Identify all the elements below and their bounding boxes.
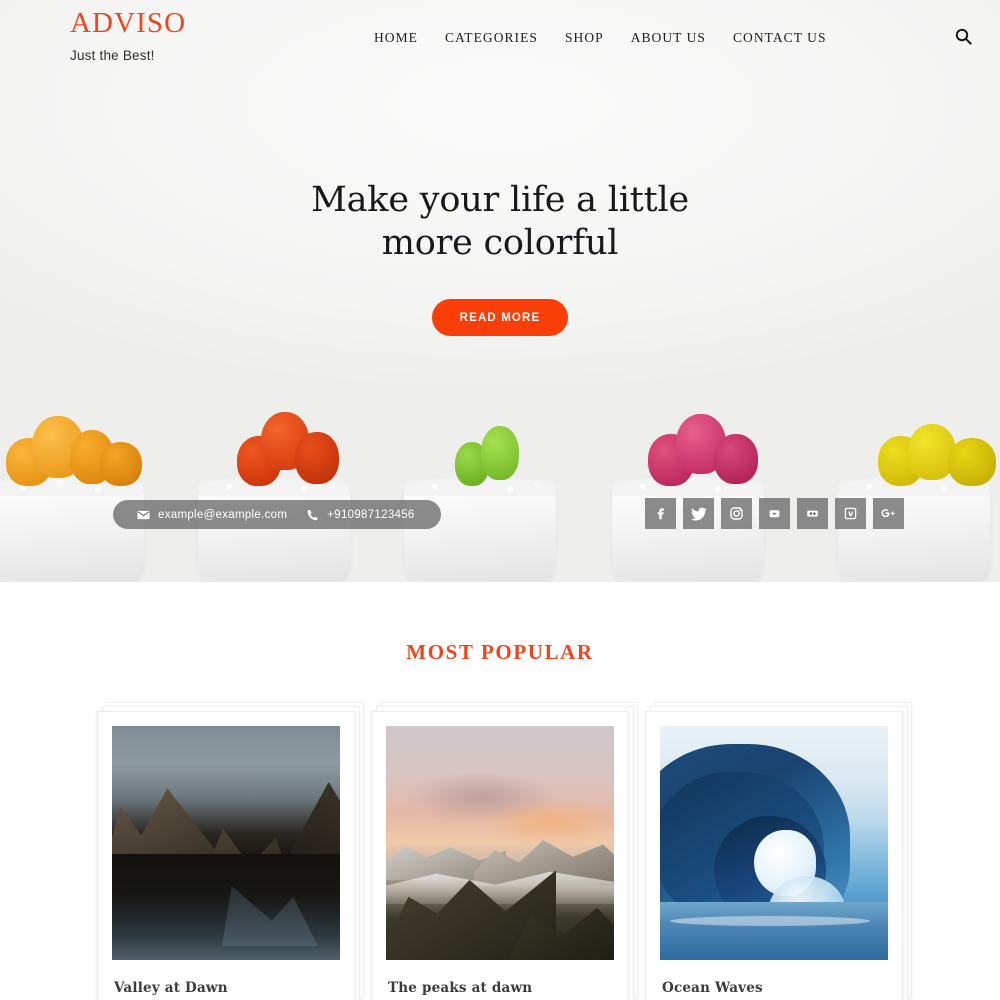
popular-card[interactable]: The peaks at dawn	[371, 711, 629, 1000]
nav-item-shop[interactable]: SHOP	[565, 30, 604, 46]
most-popular-heading: MOST POPULAR	[406, 640, 594, 664]
nav-item-categories[interactable]: CATEGORIES	[445, 30, 538, 46]
card-title: The peaks at dawn	[388, 980, 533, 996]
card-wrap-1: Valley at Dawn	[97, 702, 364, 1000]
brand-logo[interactable]: ADVISO	[70, 7, 340, 40]
hero-section: ADVISO Just the Best! HOME CATEGORIES SH…	[0, 0, 1000, 582]
card-photo-ocean-waves	[660, 726, 888, 960]
social-link-facebook[interactable]	[645, 498, 676, 529]
read-more-button[interactable]: READ MORE	[431, 299, 569, 337]
envelope-icon	[137, 510, 150, 519]
social-link-instagram[interactable]	[721, 498, 752, 529]
waves-photo-art	[660, 726, 888, 960]
popular-cards: Valley at Dawn The peaks at dawn Ocean W…	[0, 702, 1000, 1000]
social-link-vimeo[interactable]	[835, 498, 866, 529]
facebook-icon	[657, 508, 664, 520]
contact-phone[interactable]: +910987123456	[297, 509, 424, 521]
contact-bar: example@example.com +910987123456	[113, 500, 441, 529]
brand-tagline: Just the Best!	[70, 47, 155, 63]
googleplus-icon	[881, 509, 895, 518]
orange-cactus	[6, 416, 146, 486]
contact-email-text: example@example.com	[158, 508, 288, 521]
youtube-icon	[769, 510, 780, 518]
main-navigation: HOME CATEGORIES SHOP ABOUT US CONTACT US	[340, 0, 955, 46]
valley-photo-art	[112, 726, 340, 960]
site-header: ADVISO Just the Best! HOME CATEGORIES SH…	[0, 0, 1000, 86]
pink-cactus	[648, 412, 762, 486]
nav-item-home[interactable]: HOME	[374, 30, 418, 46]
hero-copy: Make your life a little more colorful RE…	[0, 179, 1000, 337]
search-button[interactable]	[955, 0, 978, 45]
vimeo-icon	[844, 507, 857, 520]
twitter-icon	[690, 507, 707, 521]
contact-phone-text: +910987123456	[327, 508, 415, 521]
search-icon	[955, 28, 972, 45]
card-wrap-3: Ocean Waves	[645, 702, 912, 1000]
flickr-icon	[807, 510, 818, 517]
card-wrap-2: The peaks at dawn	[371, 702, 638, 1000]
hero-title-line-2: more colorful	[381, 222, 619, 263]
peaks-photo-art	[386, 726, 614, 960]
card-title: Valley at Dawn	[114, 980, 228, 996]
card-title: Ocean Waves	[662, 980, 763, 996]
nav-item-about-us[interactable]: ABOUT US	[631, 30, 706, 46]
red-cactus	[237, 408, 343, 486]
popular-card[interactable]: Valley at Dawn	[97, 711, 355, 1000]
hero-title-line-1: Make your life a little	[311, 180, 689, 220]
most-popular-section: MOST POPULAR Valley at Dawn The peaks at…	[0, 582, 1000, 1000]
contact-email[interactable]: example@example.com	[127, 509, 297, 521]
green-cactus	[455, 424, 531, 486]
social-link-googleplus[interactable]	[873, 498, 904, 529]
card-photo-valley-at-dawn	[112, 726, 340, 960]
social-link-youtube[interactable]	[759, 498, 790, 529]
nav-item-contact-us[interactable]: CONTACT US	[733, 30, 827, 46]
yellow-cactus	[878, 420, 998, 486]
social-links	[645, 498, 904, 529]
popular-card[interactable]: Ocean Waves	[645, 711, 903, 1000]
card-photo-the-peaks-at-dawn	[386, 726, 614, 960]
social-link-twitter[interactable]	[683, 498, 714, 529]
social-link-flickr[interactable]	[797, 498, 828, 529]
hero-title: Make your life a little more colorful	[0, 179, 1000, 264]
instagram-icon	[730, 507, 743, 520]
phone-icon	[307, 509, 318, 520]
brand[interactable]: ADVISO Just the Best!	[70, 0, 340, 63]
